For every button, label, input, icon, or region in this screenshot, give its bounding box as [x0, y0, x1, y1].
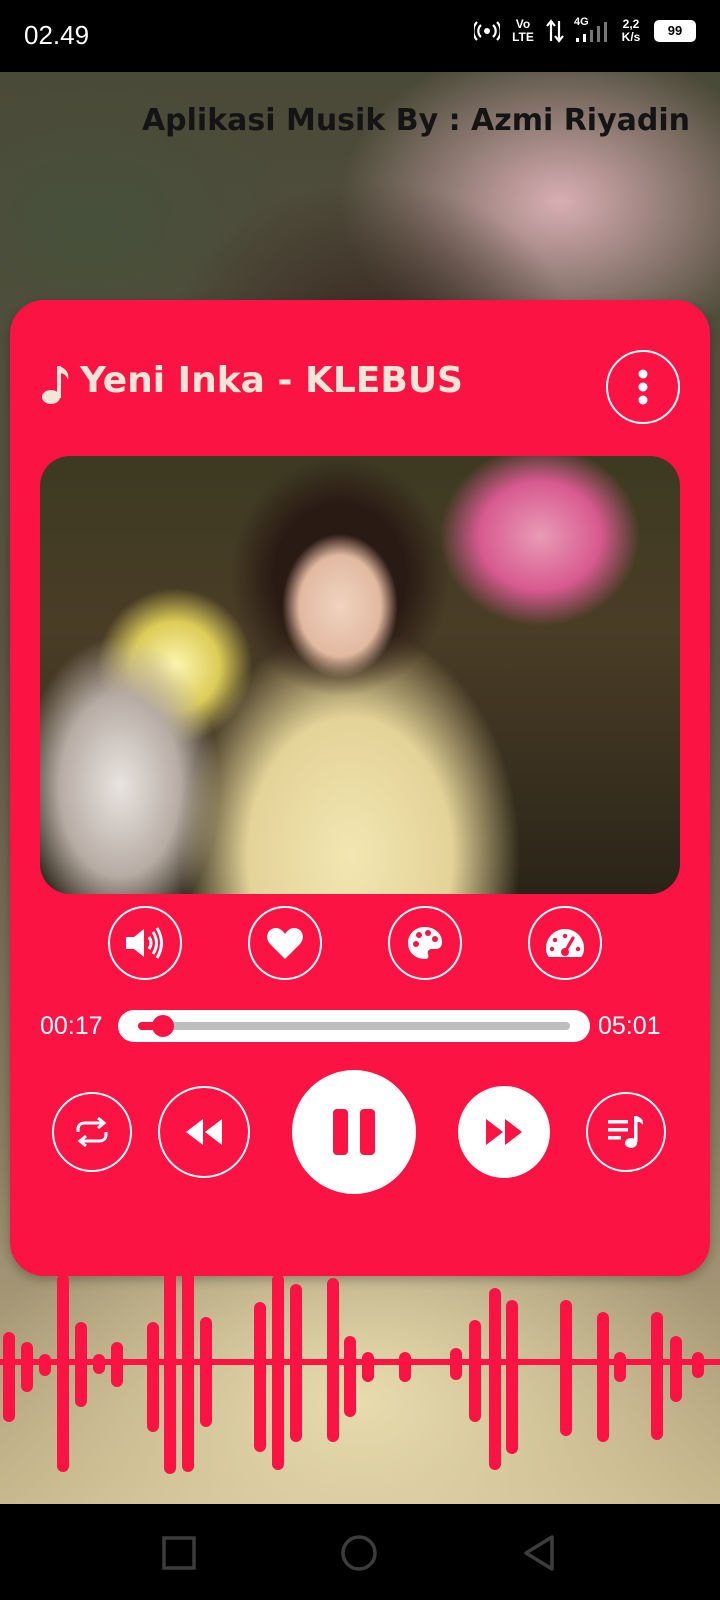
- audio-visualizer: [0, 1272, 720, 1474]
- heart-icon: [267, 928, 303, 959]
- speedometer-icon: [546, 929, 584, 957]
- song-title: Yeni Inka - KLEBUS: [80, 360, 463, 401]
- visualizer-baseline: [0, 1359, 720, 1365]
- pause-button[interactable]: [292, 1070, 416, 1194]
- seek-thumb[interactable]: [151, 1015, 174, 1037]
- visualizer-bar: [327, 1278, 339, 1442]
- volte-indicator: Vo LTE: [512, 17, 534, 44]
- visualizer-bar: [597, 1312, 609, 1442]
- data-arrows-icon: [546, 19, 564, 43]
- visualizer-bar: [75, 1322, 87, 1407]
- back-icon[interactable]: [522, 1534, 556, 1572]
- playlist-button[interactable]: [586, 1092, 666, 1172]
- visualizer-bar: [272, 1274, 284, 1470]
- battery-indicator: 99: [654, 20, 696, 42]
- fast-forward-button[interactable]: [458, 1086, 550, 1178]
- visualizer-bar: [182, 1272, 194, 1472]
- theme-button[interactable]: [388, 906, 462, 980]
- visualizer-bar: [450, 1348, 462, 1380]
- visualizer-bar: [651, 1312, 663, 1440]
- rewind-button[interactable]: [158, 1086, 250, 1178]
- visualizer-bar: [111, 1342, 123, 1387]
- visualizer-bar: [670, 1336, 682, 1402]
- signal-icon: 4G: [574, 16, 608, 44]
- speed-button[interactable]: [528, 906, 602, 980]
- home-icon[interactable]: [340, 1534, 378, 1572]
- more-vert-icon: [638, 369, 648, 405]
- palette-icon: [408, 927, 442, 959]
- navigation-bar: [0, 1504, 720, 1600]
- recents-icon[interactable]: [162, 1536, 196, 1570]
- more-options-button[interactable]: [606, 350, 680, 424]
- pause-icon: [333, 1109, 375, 1155]
- net-speed: 2,2 K/s: [621, 17, 641, 44]
- visualizer-bar: [692, 1352, 704, 1378]
- status-time: 02.49: [24, 20, 90, 50]
- visualizer-bar: [93, 1354, 105, 1374]
- visualizer-bar: [469, 1320, 481, 1422]
- visualizer-bar: [57, 1274, 69, 1472]
- visualizer-bar: [200, 1317, 212, 1427]
- player-card: Yeni Inka - KLEBUS 00:17 05:01: [10, 300, 710, 1276]
- repeat-icon: [76, 1116, 108, 1148]
- volume-button[interactable]: [108, 906, 182, 980]
- visualizer-bar: [21, 1342, 33, 1392]
- visualizer-bar: [362, 1352, 374, 1382]
- visualizer-bar: [506, 1300, 518, 1454]
- fast-forward-icon: [486, 1119, 522, 1145]
- visualizer-bar: [560, 1300, 572, 1436]
- rewind-icon: [186, 1119, 222, 1145]
- album-art: [40, 456, 680, 894]
- visualizer-bar: [290, 1284, 302, 1442]
- playlist-icon: [608, 1116, 644, 1148]
- music-note-icon: [42, 366, 69, 404]
- visualizer-bar: [147, 1322, 159, 1432]
- visualizer-bar: [39, 1354, 51, 1376]
- status-bar: 02.49 Vo LTE 4G 2,2 K/s 99: [0, 0, 720, 72]
- visualizer-bar: [399, 1352, 411, 1382]
- seek-bar[interactable]: [118, 1010, 590, 1042]
- elapsed-time: 00:17: [40, 1012, 103, 1040]
- status-icons: Vo LTE 4G 2,2 K/s 99: [474, 16, 696, 44]
- visualizer-bar: [254, 1302, 266, 1452]
- repeat-button[interactable]: [52, 1092, 132, 1172]
- visualizer-bar: [164, 1272, 176, 1474]
- visualizer-bar: [3, 1332, 15, 1422]
- favorite-button[interactable]: [248, 906, 322, 980]
- volume-icon: [126, 927, 163, 959]
- total-duration: 05:01: [598, 1012, 661, 1040]
- visualizer-bar: [344, 1336, 356, 1417]
- hotspot-icon: [474, 21, 500, 41]
- seek-track: [138, 1015, 570, 1037]
- visualizer-bar: [489, 1288, 501, 1470]
- app-credit: Aplikasi Musik By : Azmi Riyadin: [141, 103, 690, 138]
- visualizer-bar: [614, 1352, 626, 1382]
